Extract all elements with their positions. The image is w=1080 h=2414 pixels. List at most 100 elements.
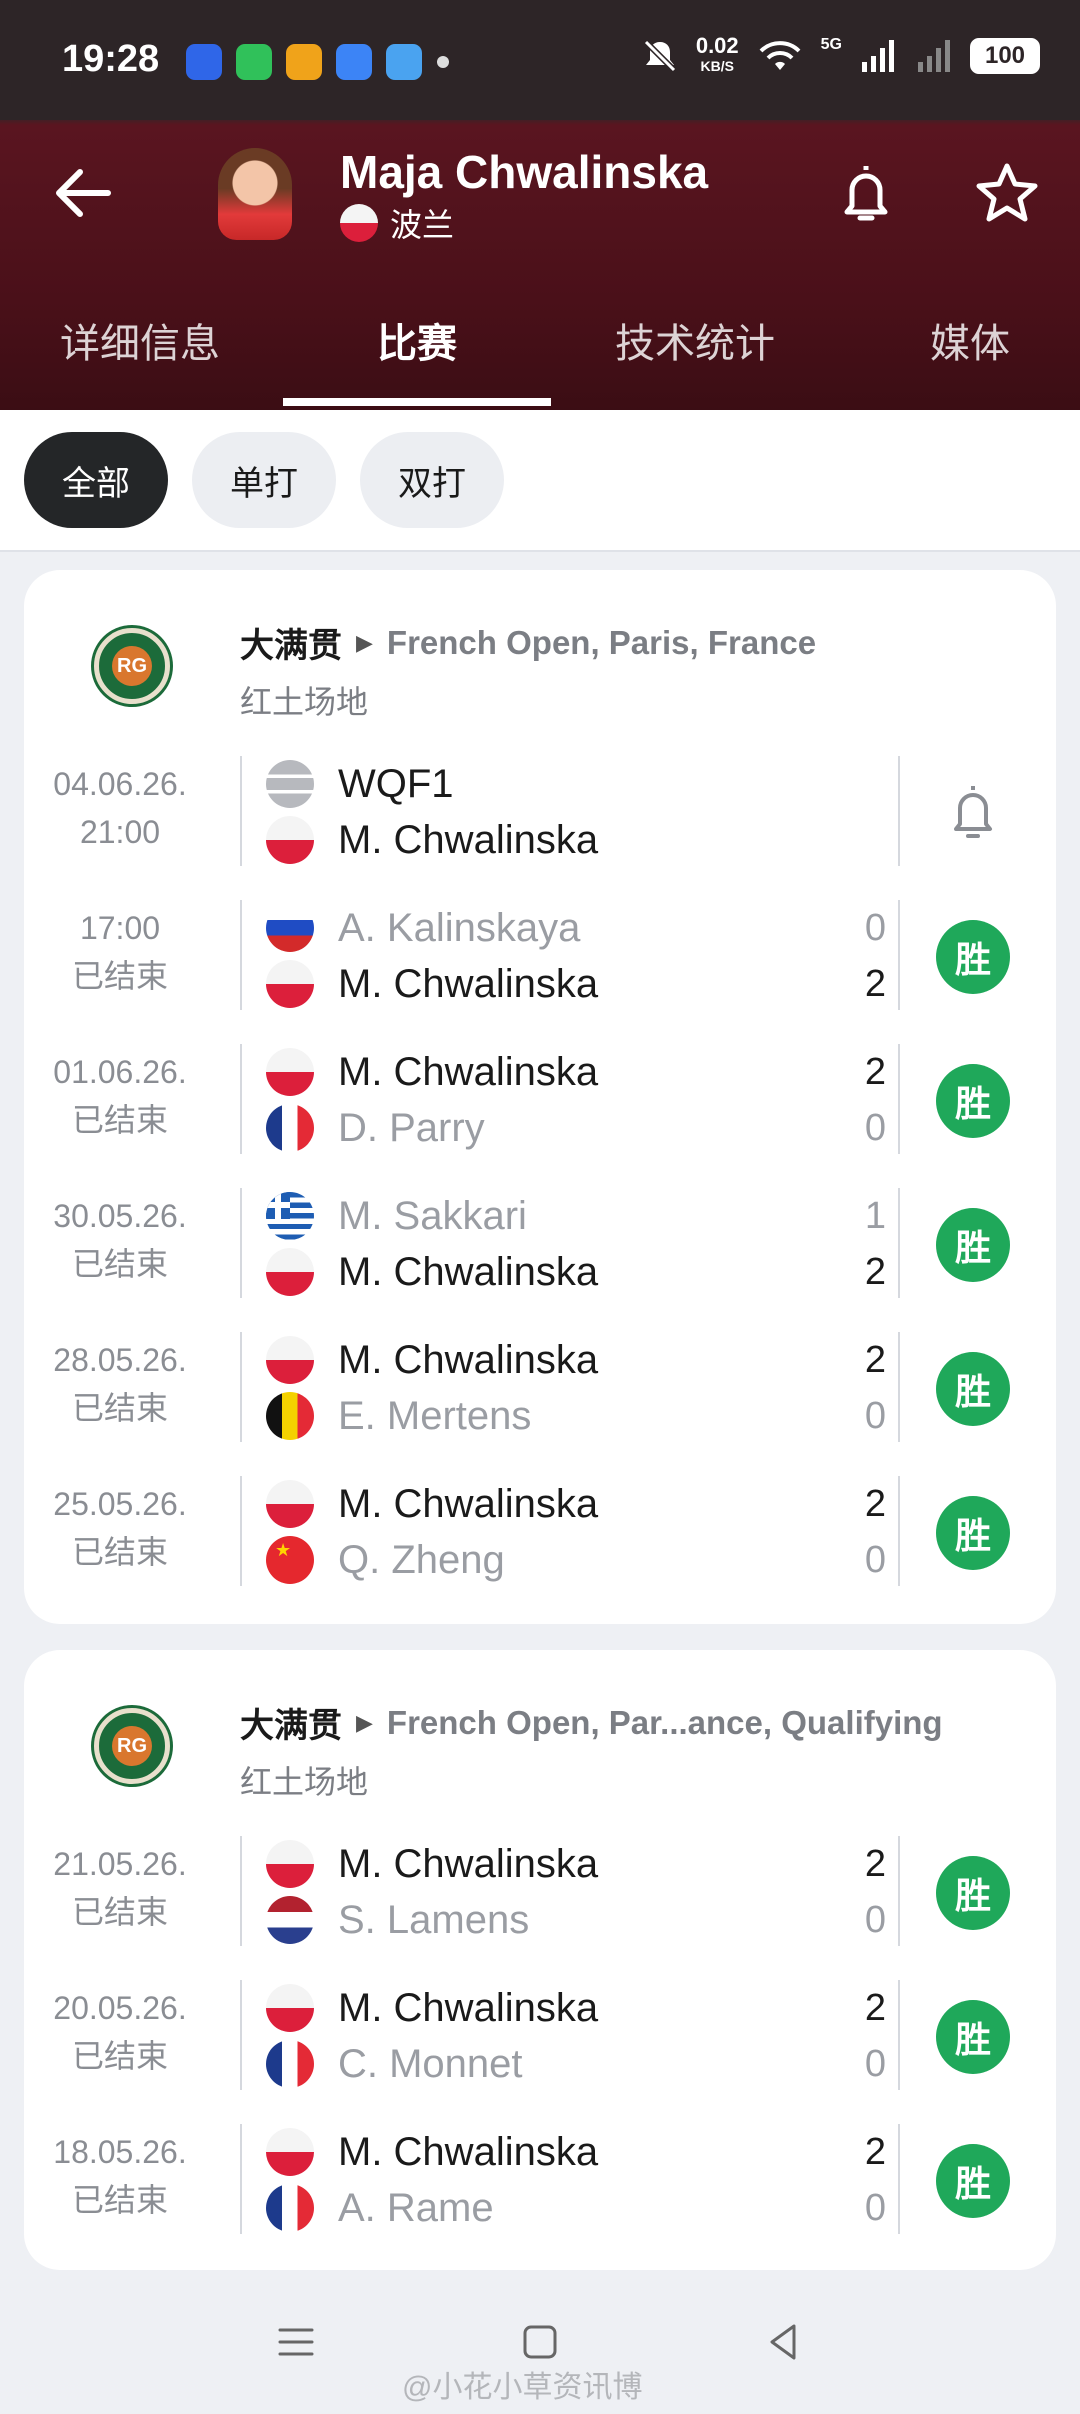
russia-flag-icon bbox=[266, 904, 314, 952]
chevron-right-icon: ▶ bbox=[356, 1709, 373, 1735]
match-row[interactable]: 20.05.26. 已结束 M. Chwalinska 2 C. Monnet … bbox=[24, 1980, 1056, 2092]
divider bbox=[898, 756, 900, 866]
divider bbox=[240, 1044, 242, 1154]
net-speed: 0.02 KB/S bbox=[695, 33, 739, 76]
player-score: 0 bbox=[864, 2042, 886, 2085]
filter-all[interactable]: 全部 bbox=[24, 432, 168, 528]
player-name: D. Parry bbox=[338, 1105, 485, 1150]
roland-garros-logo: RG bbox=[94, 628, 170, 704]
chevron-right-icon: ▶ bbox=[356, 629, 373, 655]
competition-name: French Open, Par...ance, Qualifying bbox=[386, 1703, 943, 1741]
notification-button[interactable] bbox=[836, 158, 896, 228]
competition-header[interactable]: 大满贯 ▶ French Open, Paris, France 红土场地 bbox=[240, 618, 816, 723]
belgium-flag-icon bbox=[266, 1392, 314, 1440]
tab-matches[interactable]: 比赛 bbox=[283, 290, 551, 390]
match-date: 04.06.26. bbox=[53, 766, 187, 802]
player-row: M. Chwalinska 2 bbox=[266, 1332, 886, 1388]
win-badge: 胜 bbox=[936, 1496, 1010, 1570]
tab-details[interactable]: 详细信息 bbox=[20, 290, 260, 390]
competition-card: RG 大满贯 ▶ French Open, Paris, France 红土场地… bbox=[24, 570, 1056, 1624]
match-row[interactable]: 01.06.26. 已结束 M. Chwalinska 2 D. Parry 0… bbox=[24, 1044, 1056, 1156]
player-row: M. Chwalinska 2 bbox=[266, 1244, 886, 1300]
mute-icon bbox=[643, 39, 676, 73]
france-flag-icon bbox=[266, 1104, 314, 1152]
battery-indicator: 100 bbox=[970, 38, 1040, 74]
win-badge: 胜 bbox=[936, 1352, 1010, 1426]
poland-flag-icon bbox=[266, 1336, 314, 1384]
logo-text: RG bbox=[112, 1726, 152, 1766]
match-row[interactable]: 28.05.26. 已结束 M. Chwalinska 2 E. Mertens… bbox=[24, 1332, 1056, 1444]
filter-singles[interactable]: 单打 bbox=[192, 432, 336, 528]
arrow-left-icon bbox=[56, 169, 111, 217]
roland-garros-logo: RG bbox=[94, 1708, 170, 1784]
player-row: WQF1 bbox=[266, 756, 886, 812]
divider bbox=[240, 756, 242, 866]
video-app-icon bbox=[236, 44, 272, 80]
match-row[interactable]: 17:00 已结束 A. Kalinskaya 0 M. Chwalinska … bbox=[24, 900, 1056, 1012]
player-score: 0 bbox=[864, 1106, 886, 1149]
net-speed-unit: KB/S bbox=[700, 58, 734, 74]
divider bbox=[898, 1188, 900, 1298]
bell-icon bbox=[844, 166, 888, 221]
match-row[interactable]: 30.05.26. 已结束 M. Sakkari 1 M. Chwalinska… bbox=[24, 1188, 1056, 1300]
match-status: 21:00 bbox=[79, 814, 161, 850]
player-name: Maja Chwalinska bbox=[340, 146, 709, 198]
match-alert-button[interactable] bbox=[948, 776, 998, 846]
player-name: C. Monnet bbox=[338, 2041, 523, 2086]
poland-flag-icon bbox=[340, 204, 378, 242]
player-row: D. Parry 0 bbox=[266, 1100, 886, 1156]
match-row[interactable]: 21.05.26. 已结束 M. Chwalinska 2 S. Lamens … bbox=[24, 1836, 1056, 1948]
competition-surface: 红土场地 bbox=[240, 1764, 369, 1800]
wallet-app-icon bbox=[386, 44, 422, 80]
match-date: 17:00 bbox=[79, 910, 161, 946]
match-date: 01.06.26. bbox=[53, 1054, 187, 1090]
match-row[interactable]: 18.05.26. 已结束 M. Chwalinska 2 A. Rame 0 … bbox=[24, 2124, 1056, 2236]
player-score: 0 bbox=[864, 1394, 886, 1437]
menu-button[interactable] bbox=[266, 2312, 326, 2372]
filter-bar: 全部 单打 双打 bbox=[0, 410, 1080, 552]
favorite-button[interactable] bbox=[972, 158, 1042, 228]
player-name: A. Rame bbox=[338, 2185, 494, 2230]
competition-surface: 红土场地 bbox=[240, 684, 369, 720]
competition-category: 大满贯 bbox=[240, 1707, 342, 1745]
player-row: M. Chwalinska 2 bbox=[266, 1836, 886, 1892]
match-row[interactable]: 25.05.26. 已结束 M. Chwalinska 2 Q. Zheng 0… bbox=[24, 1476, 1056, 1588]
player-country: 波兰 bbox=[340, 200, 454, 246]
player-row: S. Lamens 0 bbox=[266, 1892, 886, 1948]
win-badge: 胜 bbox=[936, 2144, 1010, 2218]
win-badge: 胜 bbox=[936, 1064, 1010, 1138]
player-name: WQF1 bbox=[338, 761, 454, 806]
player-name: M. Chwalinska bbox=[338, 817, 599, 862]
player-score: 2 bbox=[864, 2130, 886, 2173]
player-score: 2 bbox=[864, 1842, 886, 1885]
competition-header[interactable]: 大满贯 ▶ French Open, Par...ance, Qualifyin… bbox=[240, 1698, 943, 1803]
player-header: 19:28 0.02 KB/S 5G 100 Maja Chwalinska 波… bbox=[0, 0, 1080, 410]
tab-statistics[interactable]: 技术统计 bbox=[580, 290, 810, 390]
filter-doubles[interactable]: 双打 bbox=[360, 432, 504, 528]
status-time: 19:28 bbox=[62, 38, 160, 80]
divider bbox=[240, 1188, 242, 1298]
player-name: E. Mertens bbox=[338, 1393, 532, 1438]
poland-flag-icon bbox=[266, 816, 314, 864]
match-row[interactable]: 04.06.26. 21:00 WQF1 M. Chwalinska bbox=[24, 756, 1056, 868]
tbd-flag-icon bbox=[266, 760, 314, 808]
match-date: 21.05.26. bbox=[53, 1846, 187, 1882]
player-row: C. Monnet 0 bbox=[266, 2036, 886, 2092]
player-score: 0 bbox=[864, 2186, 886, 2229]
win-badge: 胜 bbox=[936, 2000, 1010, 2074]
player-score: 0 bbox=[864, 906, 886, 949]
player-row: E. Mertens 0 bbox=[266, 1388, 886, 1444]
player-score: 2 bbox=[864, 1986, 886, 2029]
player-name: M. Chwalinska bbox=[338, 1249, 599, 1294]
back-nav-button[interactable] bbox=[754, 2312, 814, 2372]
divider bbox=[240, 2124, 242, 2234]
tab-media[interactable]: 媒体 bbox=[880, 290, 1060, 390]
poland-flag-icon bbox=[266, 1480, 314, 1528]
net-speed-value: 0.02 bbox=[695, 33, 739, 58]
bell-icon bbox=[954, 786, 992, 838]
back-button[interactable] bbox=[48, 158, 118, 228]
netherlands-flag-icon bbox=[266, 1896, 314, 1944]
match-status: 已结束 bbox=[71, 958, 168, 994]
china-flag-icon bbox=[266, 1536, 314, 1584]
divider bbox=[898, 1044, 900, 1154]
